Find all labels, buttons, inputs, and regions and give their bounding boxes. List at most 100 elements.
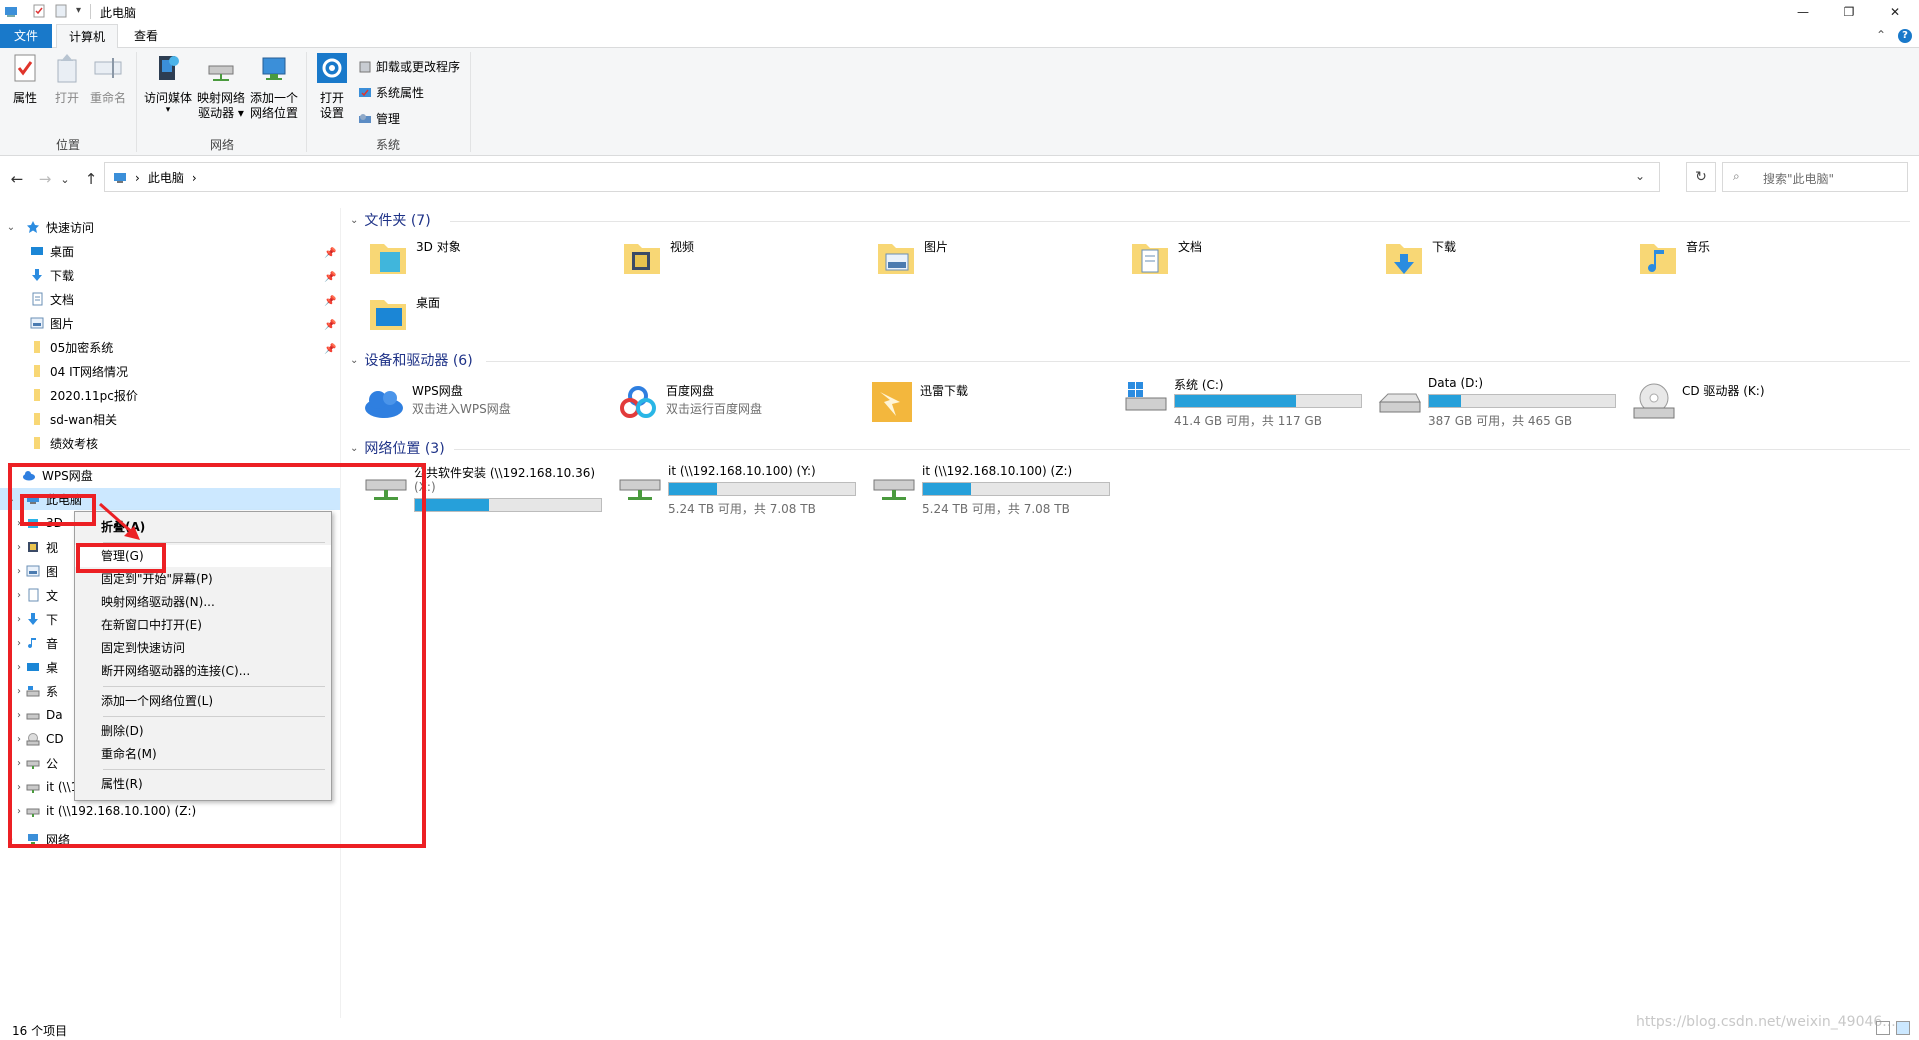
map-network-drive-button[interactable]: 映射网络 驱动器 ▾ [196,52,246,121]
back-button[interactable]: ← [6,168,28,190]
search-input[interactable]: ⌕ 搜索"此电脑" [1722,162,1908,192]
device-name: 系统 (C:) [1174,378,1224,392]
forward-button[interactable]: → [34,168,56,190]
3d-objects-folder-icon [370,244,406,274]
folder-tile-documents[interactable]: 文档 [1128,236,1378,288]
manage-ribbon-button[interactable]: 管理 [358,110,400,127]
close-button[interactable]: ✕ [1872,0,1918,24]
quick-item-folder[interactable]: 绩效考核 [30,432,98,454]
recent-locations-button[interactable]: ⌄ [58,168,72,190]
pin-icon[interactable]: 📌 [324,320,336,331]
location-group-label: 位置 [55,138,80,152]
details-view-button[interactable] [1876,1021,1890,1035]
folder-tile-pictures[interactable]: 图片 [874,236,1124,288]
group-separator [470,52,471,152]
pin-icon[interactable]: 📌 [324,272,336,283]
folder-tile-videos[interactable]: 视频 [620,236,870,288]
drive-usage-fill [415,499,490,511]
drive-usage-bar [922,482,1110,496]
device-tile-data-d[interactable]: Data (D:) 387 GB 可用，共 465 GB [1378,374,1628,428]
address-dropdown-icon[interactable]: ⌄ [1635,169,1645,183]
folders-section-header[interactable]: ⌄ 文件夹 (7) [350,210,431,230]
address-bar[interactable]: › 此电脑 › ⌄ [104,162,1660,192]
open-settings-button[interactable]: 打开 设置 [314,52,350,121]
add-network-label-2: 网络位置 [249,106,298,120]
pin-icon[interactable]: 📌 [324,248,336,259]
download-arrow-icon [32,269,42,281]
tab-view[interactable]: 查看 [120,24,172,48]
network-section-header[interactable]: ⌄ 网络位置 (3) [350,438,445,458]
quick-item-label: 绩效考核 [50,436,99,451]
picture-icon [30,317,44,329]
quick-item-documents[interactable]: 文档 [30,288,74,310]
picture-folder-icon [878,244,914,274]
system-properties-button[interactable]: 系统属性 [358,84,424,101]
quick-item-label: sd-wan相关 [50,412,117,427]
breadcrumb-this-pc[interactable]: 此电脑 [148,169,184,186]
drive-free-space: 5.24 TB 可用，共 7.08 TB [668,502,816,516]
map-drive-icon [208,65,234,81]
new-folder-quick-icon[interactable] [54,4,68,18]
quick-item-folder[interactable]: 05加密系统 [30,336,113,358]
quick-item-folder[interactable]: sd-wan相关 [30,408,117,430]
quick-item-desktop[interactable]: 桌面 [30,240,74,262]
drive-usage-bar [1174,394,1362,408]
add-network-location-button[interactable]: 添加一个 网络位置 [248,52,300,121]
rename-button[interactable]: 重命名 [88,52,128,106]
device-tile-system-c[interactable]: 系统 (C:) 41.4 GB 可用，共 117 GB [1124,374,1374,428]
breadcrumb-separator[interactable]: › [135,171,140,185]
pin-icon[interactable]: 📌 [324,344,336,355]
folder-name: 图片 [924,240,949,254]
ribbon: 属性 打开 重命名 位置 访问媒体 ▾ 映射网络 驱动器 ▾ 添加一个 网络位置… [0,48,1919,156]
ribbon-collapse-icon[interactable]: ⌃ [1876,28,1886,42]
tab-computer[interactable]: 计算机 [56,24,118,49]
network-tile-y[interactable]: it (\\192.168.10.100) (Y:) 5.24 TB 可用，共 … [618,462,868,516]
refresh-button[interactable]: ↻ [1686,162,1716,192]
properties-button[interactable]: 属性 [8,52,42,106]
chevron-down-icon[interactable]: ⌄ [4,222,18,233]
uninstall-label: 卸载或更改程序 [376,60,461,74]
uninstall-icon [359,61,371,72]
quick-item-pictures[interactable]: 图片 [30,312,74,334]
document-icon [32,292,43,306]
minimize-button[interactable]: — [1780,0,1826,24]
folder-icon [34,437,40,449]
pin-icon[interactable]: 📌 [324,296,336,307]
explorer-icon[interactable] [4,4,18,18]
folder-tile-downloads[interactable]: 下载 [1382,236,1632,288]
quick-item-label: 05加密系统 [50,340,114,355]
up-button[interactable]: ↑ [80,168,102,190]
folder-tile-desktop[interactable]: 桌面 [366,292,616,344]
cd-drive-icon [1633,383,1675,419]
quick-item-label: 下载 [50,268,75,283]
help-icon[interactable]: ? [1898,29,1912,43]
manage-label: 管理 [376,112,401,126]
device-tile-cd-k[interactable]: CD 驱动器 (K:) [1632,380,1882,432]
restore-button[interactable]: ❐ [1826,0,1872,24]
device-tile-xunlei[interactable]: 迅雷下载 [870,380,1120,432]
tab-file[interactable]: 文件 [0,24,52,48]
uninstall-program-button[interactable]: 卸载或更改程序 [358,58,460,75]
breadcrumb-separator[interactable]: › [192,171,197,185]
tree-quick-access[interactable]: ⌄ 快速访问 [0,216,94,238]
devices-section-header[interactable]: ⌄ 设备和驱动器 (6) [350,350,473,370]
access-media-button[interactable]: 访问媒体 ▾ [142,52,194,115]
network-group-label: 网络 [209,138,234,152]
folder-tile-music[interactable]: 音乐 [1636,236,1886,288]
device-tile-wps[interactable]: WPS网盘 双击进入WPS网盘 [362,380,612,432]
quick-item-folder[interactable]: 2020.11pc报价 [30,384,138,406]
section-divider [454,449,1910,450]
quick-item-folder[interactable]: 04 IT网络情况 [30,360,128,382]
quick-item-downloads[interactable]: 下载 [30,264,74,286]
network-tile-z[interactable]: it (\\192.168.10.100) (Z:) 5.24 TB 可用，共 … [872,462,1122,516]
title-divider [90,4,91,19]
folder-tile-3d-objects[interactable]: 3D 对象 [366,236,616,288]
quick-access-dropdown[interactable]: ▾ [76,5,81,16]
device-tile-baidu[interactable]: 百度网盘 双击运行百度网盘 [616,380,866,432]
device-name: Data (D:) [1428,376,1484,390]
quick-item-label: 文档 [50,292,75,307]
open-button[interactable]: 打开 [50,52,84,106]
manage-icon [359,113,371,123]
large-icons-view-button[interactable] [1896,1021,1910,1035]
properties-quick-icon[interactable] [32,4,46,18]
